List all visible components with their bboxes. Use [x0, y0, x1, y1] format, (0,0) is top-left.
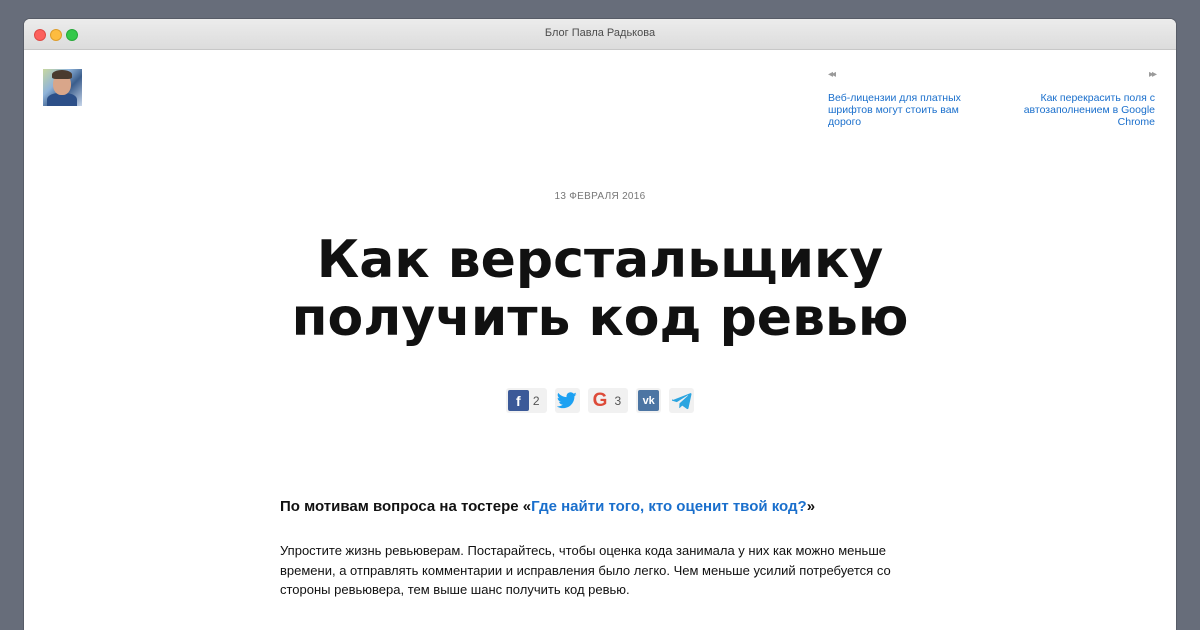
window-title: Блог Павла Радькова [544, 27, 656, 39]
post-date: 13 ФЕВРАЛЯ 2016 [554, 191, 646, 202]
author-avatar[interactable] [43, 69, 82, 106]
post-lede: По мотивам вопроса на тостере «Где найти… [280, 498, 920, 515]
toster-question-link[interactable]: Где найти того, кто оценит твой код? [531, 498, 807, 515]
share-buttons: f 2 G 3 vk [24, 388, 1176, 413]
google-share-button[interactable]: G 3 [587, 388, 629, 413]
vk-icon: vk [638, 390, 660, 411]
post-paragraph: Упростите жизнь ревьюверам. Постарайтесь… [280, 543, 891, 597]
telegram-share-button[interactable] [669, 388, 695, 413]
vk-share-button[interactable]: vk [636, 388, 662, 413]
previous-post-link[interactable]: Веб-лицензии для платных шрифтов могут с… [828, 92, 978, 128]
lede-suffix: » [806, 498, 816, 515]
window-titlebar: Блог Павла Радькова [24, 19, 1176, 50]
facebook-share-count: 2 [532, 393, 540, 408]
next-post-nav: ▸▸ Как перекрасить поля с автозаполнение… [1005, 69, 1157, 128]
next-post-link[interactable]: Как перекрасить поля с автозаполнением в… [1005, 92, 1155, 128]
facebook-icon: f [507, 390, 529, 411]
lede-prefix: По мотивам вопроса на тостере « [280, 498, 532, 515]
next-arrow-icon[interactable]: ▸▸ [1005, 69, 1157, 81]
browser-window: Блог Павла Радькова ◂◂ Веб-лицензии для … [24, 19, 1176, 630]
telegram-icon [671, 390, 692, 411]
post-title: Как верстальщику получить код ревью [291, 230, 909, 348]
previous-post-nav: ◂◂ Веб-лицензии для платных шрифтов могу… [828, 69, 978, 128]
google-share-count: 3 [614, 393, 622, 408]
google-icon: G [592, 389, 608, 411]
twitter-share-button[interactable] [554, 388, 580, 413]
twitter-icon [557, 390, 578, 411]
previous-arrow-icon[interactable]: ◂◂ [828, 69, 978, 81]
facebook-share-button[interactable]: f 2 [505, 388, 547, 413]
